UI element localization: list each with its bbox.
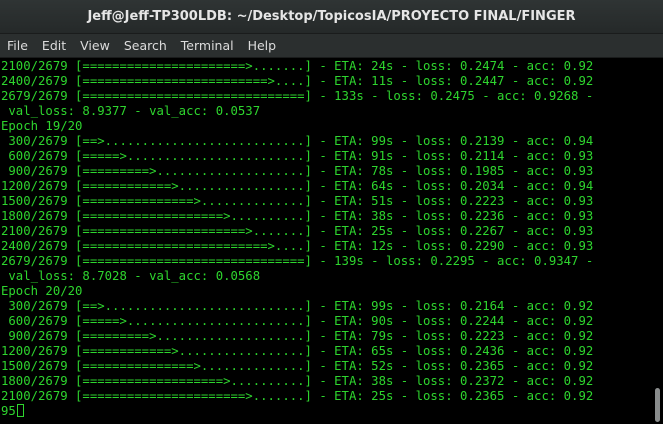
terminal-line-text: 2100/2679 [======================>......… — [1, 389, 594, 403]
terminal-line: 900/2679 [=========>....................… — [1, 329, 593, 344]
terminal-line-text: 2400/2679 [=========================>...… — [1, 74, 594, 88]
terminal-line: 1800/2679 [===================>.........… — [1, 209, 593, 224]
terminal-line-text: 95 — [1, 404, 16, 418]
terminal-line-text: 1800/2679 [===================>.........… — [1, 209, 594, 223]
terminal-line: 1800/2679 [===================>.........… — [1, 374, 593, 389]
window-title: Jeff@Jeff-TP300LDB: ~/Desktop/TopicosIA/… — [87, 9, 576, 24]
terminal-scrollbar[interactable] — [651, 58, 663, 424]
terminal-line: 1500/2679 [===============>.............… — [1, 359, 593, 374]
terminal-line: Epoch 20/20 — [1, 284, 82, 299]
terminal-line: 2400/2679 [=========================>...… — [1, 239, 593, 254]
terminal-line: 900/2679 [=========>....................… — [1, 164, 593, 179]
terminal-output[interactable]: 2100/2679 [======================>......… — [0, 58, 651, 424]
terminal-line: 2400/2679 [=========================>...… — [1, 74, 593, 89]
terminal-line-text: 1200/2679 [============>................… — [1, 179, 594, 193]
terminal-line: 1200/2679 [============>................… — [1, 179, 593, 194]
menu-terminal[interactable]: Terminal — [174, 38, 241, 53]
terminal-line: 1500/2679 [===============>.............… — [1, 194, 593, 209]
terminal-cursor — [16, 404, 24, 417]
terminal-line: 600/2679 [=====>........................… — [1, 314, 593, 329]
terminal-line-text: val_loss: 8.9377 - val_acc: 0.0537 — [1, 104, 261, 118]
terminal-line-text: 1500/2679 [===============>.............… — [1, 359, 594, 373]
menu-bar: File Edit View Search Terminal Help — [0, 34, 663, 58]
terminal-line: val_loss: 8.7028 - val_acc: 0.0568 — [1, 269, 260, 284]
terminal-line-text: 1800/2679 [===================>.........… — [1, 374, 594, 388]
menu-edit[interactable]: Edit — [35, 38, 73, 53]
terminal-line-text: 2679/2679 [=============================… — [1, 254, 601, 268]
terminal-line-text: Epoch 20/20 — [1, 284, 83, 298]
terminal-line: 2100/2679 [======================>......… — [1, 224, 593, 239]
terminal-line-text: 1200/2679 [============>................… — [1, 344, 594, 358]
terminal-line: val_loss: 8.9377 - val_acc: 0.0537 — [1, 104, 260, 119]
terminal-line-text: 900/2679 [=========>....................… — [1, 164, 594, 178]
terminal-line-text: Epoch 19/20 — [1, 119, 83, 133]
terminal-line-text: 2100/2679 [======================>......… — [1, 224, 594, 238]
terminal-line: 300/2679 [==>...........................… — [1, 299, 593, 314]
menu-help[interactable]: Help — [241, 38, 284, 53]
terminal-line-text: 600/2679 [=====>........................… — [1, 314, 594, 328]
menu-view[interactable]: View — [73, 38, 117, 53]
terminal-line-text: 300/2679 [==>...........................… — [1, 134, 594, 148]
terminal-line: Epoch 19/20 — [1, 119, 82, 134]
terminal-line-text: 300/2679 [==>...........................… — [1, 299, 594, 313]
terminal-line: 300/2679 [==>...........................… — [1, 134, 593, 149]
terminal-line-text: val_loss: 8.7028 - val_acc: 0.0568 — [1, 269, 261, 283]
menu-search[interactable]: Search — [117, 38, 174, 53]
terminal-line: 600/2679 [=====>........................… — [1, 149, 593, 164]
terminal-line-text: 900/2679 [=========>....................… — [1, 329, 594, 343]
terminal-line-text: 1500/2679 [===============>.............… — [1, 194, 594, 208]
terminal-line-text: 2679/2679 [=============================… — [1, 89, 601, 103]
terminal-line-text: 600/2679 [=====>........................… — [1, 149, 594, 163]
terminal-line: 95 — [1, 404, 24, 419]
window-titlebar[interactable]: Jeff@Jeff-TP300LDB: ~/Desktop/TopicosIA/… — [0, 0, 663, 34]
terminal-line-text: 2400/2679 [=========================>...… — [1, 239, 594, 253]
terminal-line: 2100/2679 [======================>......… — [1, 59, 593, 74]
terminal-line: 2100/2679 [======================>......… — [1, 389, 593, 404]
terminal-line: 2679/2679 [=============================… — [1, 254, 601, 269]
terminal-line: 1200/2679 [============>................… — [1, 344, 593, 359]
terminal-line: 2679/2679 [=============================… — [1, 89, 601, 104]
terminal-line-text: 2100/2679 [======================>......… — [1, 59, 594, 73]
scrollbar-thumb[interactable] — [655, 388, 660, 422]
menu-file[interactable]: File — [0, 38, 35, 53]
